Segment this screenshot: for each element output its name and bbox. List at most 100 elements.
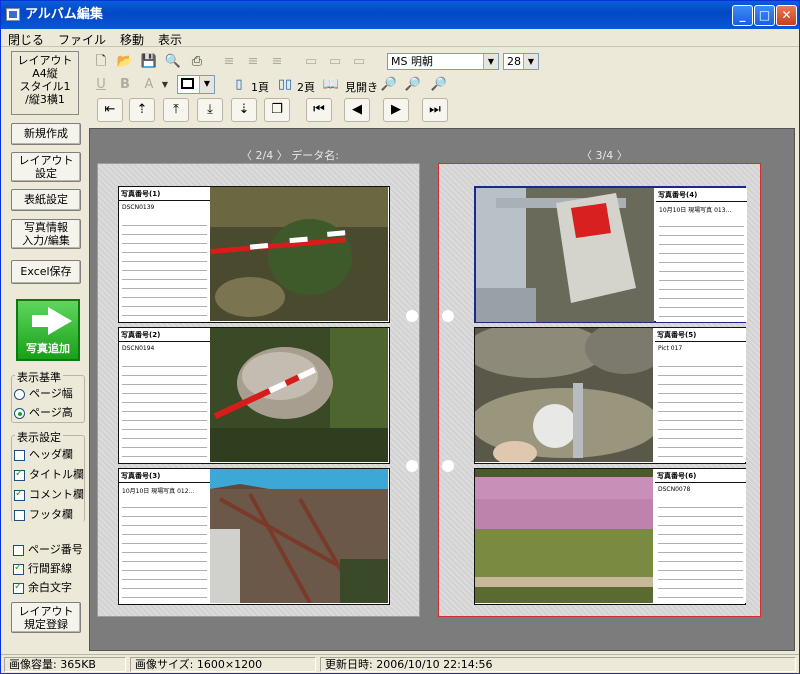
left-page-title: 〈 2/4 〉 データ名:: [241, 149, 339, 162]
layout-settings-button[interactable]: レイアウト 設定: [11, 152, 81, 182]
menu-close[interactable]: 閉じる: [1, 29, 51, 50]
checkbox-margin-text[interactable]: 余白文字: [13, 579, 72, 595]
photo-number-label: 写真番号(3): [119, 469, 210, 483]
chevron-down-icon[interactable]: ▼: [155, 75, 175, 95]
window-title: アルバム編集: [25, 7, 103, 22]
photo-info-button[interactable]: 写真情報 入力/編集: [11, 219, 81, 249]
app-icon: [6, 8, 20, 21]
photo-entry[interactable]: 写真番号(3) 10月10日 現場写真 012...: [118, 468, 390, 605]
spread-label[interactable]: 見開き: [345, 79, 378, 95]
info-card[interactable]: 写真番号(1) DSCN0139: [119, 187, 210, 321]
copy-page-icon[interactable]: ❐: [264, 98, 290, 122]
photo-rock-staff[interactable]: [210, 328, 388, 462]
binder-hole: [442, 460, 454, 472]
font-select[interactable]: MS 明朝 ▼: [387, 53, 499, 70]
photo-scaffold[interactable]: [210, 469, 388, 603]
info-card[interactable]: 写真番号(3) 10月10日 現場写真 012...: [119, 469, 210, 603]
photo-ground-staff[interactable]: [210, 187, 388, 321]
status-image-size: 画像サイズ: 1600×1200: [130, 657, 316, 672]
photo-flower-field[interactable]: [475, 469, 653, 603]
album-page-left[interactable]: 写真番号(1) DSCN0139 写真番号(2) DSCN0194 写真番号(3) 1…: [97, 163, 420, 617]
photo-stone-gauge[interactable]: [475, 328, 653, 462]
insert-above-icon[interactable]: ⤒: [163, 98, 189, 122]
open-folder-icon[interactable]: 📂: [115, 52, 135, 72]
one-page-icon[interactable]: ▯: [229, 75, 249, 95]
info-card[interactable]: 写真番号(4) 10月10日 現場写真 013...: [656, 188, 747, 322]
new-create-button[interactable]: 新規作成: [11, 123, 81, 145]
move-down-icon[interactable]: ⇣: [231, 98, 257, 122]
checkbox-icon: [13, 562, 24, 575]
checkbox-comment[interactable]: コメント欄: [14, 486, 84, 502]
valign-bottom-icon[interactable]: ▭: [349, 52, 369, 72]
move-up-icon[interactable]: ⇡: [129, 98, 155, 122]
status-bar: 画像容量: 365KB 画像サイズ: 1600×1200 更新日時: 2006/…: [1, 654, 799, 673]
bold-icon[interactable]: B: [115, 75, 135, 95]
zoom-fit-icon[interactable]: 🔎: [429, 75, 449, 95]
checkbox-footer[interactable]: フッタ欄: [14, 506, 73, 522]
menu-file[interactable]: ファイル: [51, 29, 113, 50]
zoom-out-icon[interactable]: 🔎: [403, 75, 423, 95]
border-style-select[interactable]: ▼: [177, 75, 215, 94]
zoom-in-icon[interactable]: 🔎: [379, 75, 399, 95]
align-center-icon[interactable]: ≡: [243, 52, 263, 72]
insert-below-icon[interactable]: ⤓: [197, 98, 223, 122]
valign-middle-icon[interactable]: ▭: [325, 52, 345, 72]
checkbox-header-label: ヘッダ欄: [29, 448, 73, 461]
comment-lines: [658, 358, 743, 460]
align-right-icon[interactable]: ≡: [267, 52, 287, 72]
photo-data-name: 10月10日 現場写真 012...: [122, 488, 195, 495]
menu-view[interactable]: 表示: [151, 29, 189, 50]
first-page-icon[interactable]: ⏮: [306, 98, 332, 122]
photo-number-label: 写真番号(5): [655, 328, 746, 342]
photo-info-label-1: 写真情報: [24, 221, 68, 234]
valign-top-icon[interactable]: ▭: [301, 52, 321, 72]
font-size-select[interactable]: 28 ▼: [503, 53, 539, 70]
minimize-button[interactable]: _: [732, 5, 753, 26]
previous-page-icon[interactable]: ◀: [344, 98, 370, 122]
photo-entry[interactable]: 写真番号(5) Pict 017: [474, 327, 746, 464]
preview-icon[interactable]: 🔍: [163, 52, 183, 72]
checkbox-icon: [14, 449, 25, 461]
one-page-label[interactable]: 1頁: [251, 79, 269, 95]
album-page-right[interactable]: 写真番号(4) 10月10日 現場写真 013... 写真番号(5) Pict 01…: [438, 163, 761, 617]
close-button[interactable]: ✕: [776, 5, 797, 26]
photo-entry[interactable]: 写真番号(2) DSCN0194: [118, 327, 390, 464]
checkbox-header[interactable]: ヘッダ欄: [14, 446, 73, 462]
checkbox-icon: [13, 544, 24, 556]
two-page-label[interactable]: 2頁: [297, 79, 315, 95]
maximize-button[interactable]: □: [754, 5, 775, 26]
excel-save-button[interactable]: Excel保存: [11, 260, 81, 284]
align-left-icon[interactable]: ≡: [219, 52, 239, 72]
radio-page-height-label: ページ高: [29, 406, 73, 419]
cover-settings-button[interactable]: 表紙設定: [11, 189, 81, 211]
right-page-title: 〈 3/4 〉: [581, 149, 628, 162]
save-icon[interactable]: 💾: [139, 52, 159, 72]
info-card[interactable]: 写真番号(5) Pict 017: [655, 328, 746, 462]
book-icon[interactable]: 📖: [321, 75, 341, 95]
checkbox-icon: [14, 468, 25, 481]
checkbox-line-rule[interactable]: 行間罫線: [13, 560, 72, 576]
underline-icon[interactable]: U: [91, 75, 111, 95]
last-page-icon[interactable]: ⏭: [422, 98, 448, 122]
info-card[interactable]: 写真番号(2) DSCN0194: [119, 328, 210, 462]
radio-page-height[interactable]: ページ高: [14, 404, 73, 420]
next-page-icon[interactable]: ▶: [383, 98, 409, 122]
checkbox-footer-label: フッタ欄: [29, 508, 73, 521]
photo-add-button[interactable]: 写真追加: [16, 299, 80, 361]
layout-register-button[interactable]: レイアウト 規定登録: [11, 602, 81, 633]
photo-entry[interactable]: 写真番号(6) DSCN0078: [474, 468, 746, 605]
album-edit-window: アルバム編集 _ □ ✕ 閉じる ファイル 移動 表示 🗋 📂 💾 🔍 ⎙ ≡ ≡ ≡…: [0, 0, 800, 674]
photo-entry-selected[interactable]: 写真番号(4) 10月10日 現場写真 013...: [474, 186, 747, 323]
new-document-icon[interactable]: 🗋: [91, 52, 111, 72]
menu-move[interactable]: 移動: [113, 29, 151, 50]
layout-settings-label-2: 設定: [35, 167, 57, 180]
two-page-icon[interactable]: ▯▯: [275, 75, 295, 95]
move-to-top-icon[interactable]: ⇤: [97, 98, 123, 122]
print-icon[interactable]: ⎙: [187, 52, 207, 72]
info-card[interactable]: 写真番号(6) DSCN0078: [655, 469, 746, 603]
checkbox-title[interactable]: タイトル欄: [14, 466, 84, 482]
photo-cart[interactable]: [476, 188, 654, 322]
radio-page-width[interactable]: ページ幅: [14, 385, 73, 401]
photo-entry[interactable]: 写真番号(1) DSCN0139: [118, 186, 390, 323]
checkbox-page-number[interactable]: ページ番号: [13, 541, 83, 557]
